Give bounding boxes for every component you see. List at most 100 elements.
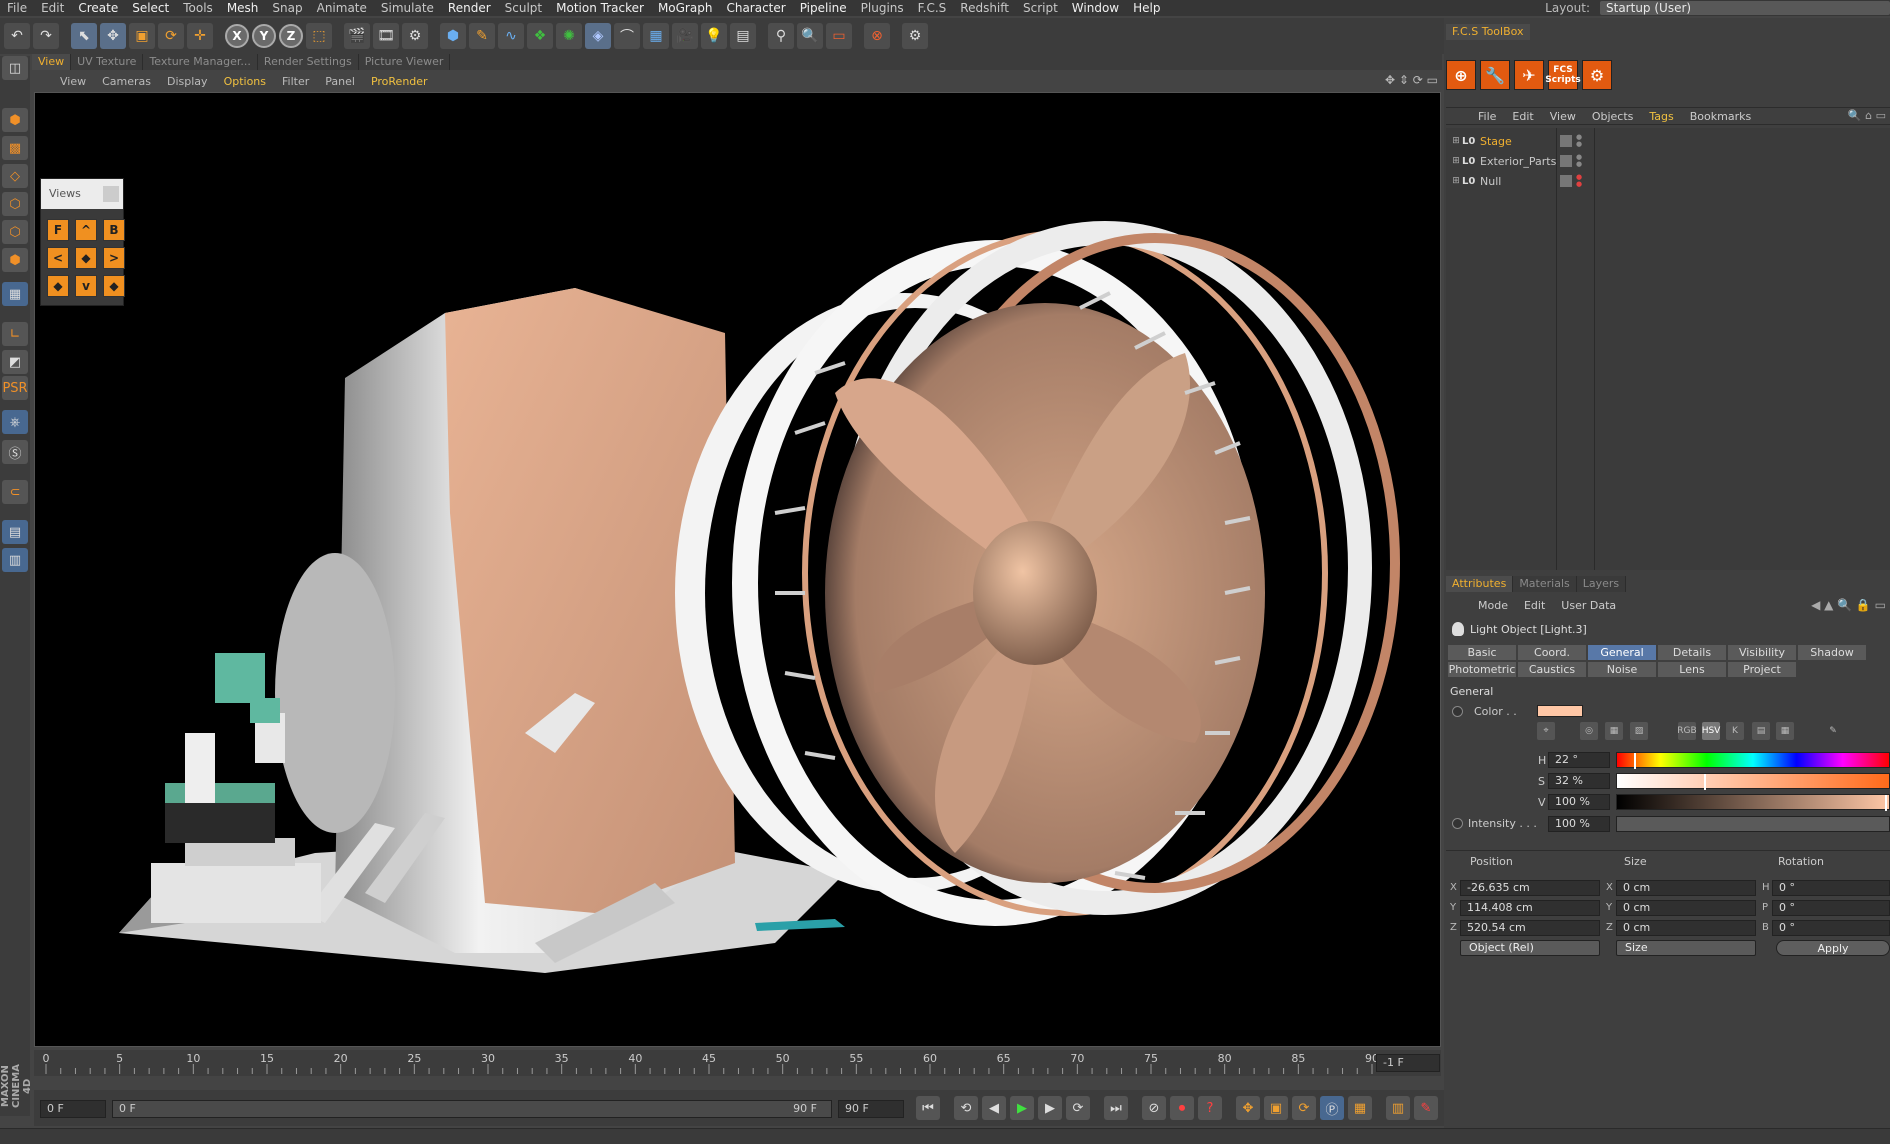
om-search-home-icons[interactable]: 🔍 ⌂ ▭	[1848, 109, 1886, 122]
fcs-scripts-icon[interactable]: FCS Scripts	[1545, 60, 1581, 90]
render-view-icon[interactable]: 🎬	[344, 23, 370, 49]
rot-b-field[interactable]: 0 °	[1772, 920, 1890, 936]
menu-edit[interactable]: Edit	[34, 0, 71, 16]
intensity-slider[interactable]	[1616, 816, 1890, 832]
kelvin-mode-button[interactable]: K	[1726, 722, 1744, 740]
menu-create[interactable]: Create	[71, 0, 125, 16]
workplane-mode-icon[interactable]: ◇	[2, 164, 28, 188]
end-frame-field[interactable]: 90 F	[838, 1100, 904, 1118]
go-to-end-icon[interactable]: ⏭	[1104, 1096, 1128, 1120]
menu-plugins[interactable]: Plugins	[854, 0, 911, 16]
timeline-icon[interactable]: ▥	[1386, 1096, 1410, 1120]
color-picker-icon[interactable]: ⌖	[1537, 722, 1555, 740]
menu-render[interactable]: Render	[441, 0, 498, 16]
rot-p-field[interactable]: 0 °	[1772, 900, 1890, 916]
expand-icon[interactable]: ⊞	[1450, 176, 1462, 186]
locked-workplane-icon[interactable]: ▥	[2, 548, 28, 572]
expand-icon[interactable]: ⊞	[1450, 136, 1462, 146]
left-view-button[interactable]: <	[47, 247, 69, 269]
prop-tab-visibility[interactable]: Visibility	[1728, 645, 1796, 660]
deformer-icon[interactable]: ◈	[585, 23, 611, 49]
x-axis-button[interactable]: X	[225, 24, 249, 48]
current-frame-field[interactable]: -1 F	[1376, 1054, 1440, 1072]
attr-menu-edit[interactable]: Edit	[1516, 599, 1553, 612]
environment-icon[interactable]: ⌒	[614, 23, 640, 49]
menu-motion-tracker[interactable]: Motion Tracker	[549, 0, 651, 16]
viewport-nav-icons[interactable]: ✥ ⇕ ⟳ ▭	[1385, 73, 1438, 87]
rotate-icon[interactable]: ⟳	[158, 23, 184, 49]
prop-tab-photometric[interactable]: Photometric	[1448, 662, 1516, 677]
viewport-solo-icon[interactable]: ▦	[2, 282, 28, 306]
mixer-icon[interactable]: ▤	[1752, 722, 1770, 740]
om-menu-view[interactable]: View	[1542, 110, 1584, 123]
light-icon[interactable]: 💡	[701, 23, 727, 49]
object-row-exterior-parts[interactable]: ⊞ L0 Exterior_Parts ● ●	[1446, 152, 1890, 170]
viewport-menu-cameras[interactable]: Cameras	[94, 75, 159, 88]
eyedropper-icon[interactable]: ✎	[1824, 722, 1842, 740]
prop-tab-shadow[interactable]: Shadow	[1798, 645, 1866, 660]
expand-icon[interactable]: ⊞	[1450, 156, 1462, 166]
record-icon[interactable]: ⏺	[1170, 1096, 1194, 1120]
object-name[interactable]: Stage	[1480, 135, 1568, 148]
previous-frame-icon[interactable]: ◀	[982, 1096, 1006, 1120]
render-picture-viewer-icon[interactable]: 🎞	[373, 23, 399, 49]
attr-nav-icons[interactable]: ◀ ▲ 🔍 🔒 ▭	[1811, 598, 1886, 612]
visibility-dots[interactable]: ● ●	[1576, 134, 1582, 148]
key-parameter-icon[interactable]: Ⓟ	[1320, 1096, 1344, 1120]
snapping-icon[interactable]: Ⓢ	[2, 440, 28, 464]
cube-icon[interactable]: ⬢	[440, 23, 466, 49]
key-scale-icon[interactable]: ▣	[1264, 1096, 1288, 1120]
pen-icon[interactable]: ✎	[469, 23, 495, 49]
hue-slider[interactable]	[1616, 752, 1890, 769]
size-z-field[interactable]: 0 cm	[1616, 920, 1756, 936]
iso-left-view-button[interactable]: ◆	[47, 275, 69, 297]
viewport-menu-display[interactable]: Display	[159, 75, 216, 88]
workplane-icon[interactable]: ◫	[2, 56, 28, 80]
fcs-gear-icon[interactable]: ⚙	[1582, 60, 1612, 90]
next-key-icon[interactable]: ⟳	[1066, 1096, 1090, 1120]
object-row-null[interactable]: ⊞ L0 Null ● ●	[1446, 172, 1890, 190]
y-axis-button[interactable]: Y	[252, 24, 276, 48]
value-marker[interactable]	[1885, 795, 1887, 811]
visibility-dots[interactable]: ● ●	[1576, 174, 1582, 188]
menu-tools[interactable]: Tools	[176, 0, 220, 16]
menu-mograph[interactable]: MoGraph	[651, 0, 720, 16]
menu-select[interactable]: Select	[125, 0, 176, 16]
grid-icon[interactable]: ▤	[730, 23, 756, 49]
key-rotation-icon[interactable]: ⟳	[1292, 1096, 1316, 1120]
coordinate-mode-select[interactable]: Object (Rel)	[1460, 940, 1600, 956]
swatches-icon[interactable]: ▦	[1776, 722, 1794, 740]
pos-y-field[interactable]: 114.408 cm	[1460, 900, 1600, 916]
live-select-icon[interactable]: ⬉	[71, 23, 97, 49]
spline-icon[interactable]: ∿	[498, 23, 524, 49]
om-menu-bookmarks[interactable]: Bookmarks	[1682, 110, 1759, 123]
om-menu-tags[interactable]: Tags	[1641, 110, 1681, 123]
tab-render-settings[interactable]: Render Settings	[258, 54, 359, 70]
prop-tab-details[interactable]: Details	[1658, 645, 1726, 660]
color-wheel-icon[interactable]: ◎	[1580, 722, 1598, 740]
texture-mode-icon[interactable]: ▩	[2, 136, 28, 160]
s-field[interactable]: 32 %	[1548, 773, 1610, 789]
3d-viewport[interactable]	[34, 92, 1441, 1047]
tweak-icon[interactable]: ◩	[2, 350, 28, 374]
prop-tab-lens[interactable]: Lens	[1658, 662, 1726, 677]
model-mode-icon[interactable]: ⬢	[2, 108, 28, 132]
attr-menu-user-data[interactable]: User Data	[1553, 599, 1624, 612]
undo-icon[interactable]: ↶	[4, 23, 30, 49]
menu-redshift[interactable]: Redshift	[953, 0, 1016, 16]
fcs-wrench-icon[interactable]: 🔧	[1480, 60, 1510, 90]
saturation-marker[interactable]	[1704, 774, 1707, 790]
move-icon[interactable]: ✥	[100, 23, 126, 49]
hue-marker[interactable]	[1633, 753, 1636, 769]
tab-view[interactable]: View	[32, 54, 72, 70]
menu-animate[interactable]: Animate	[310, 0, 374, 16]
saturation-slider[interactable]	[1616, 773, 1890, 790]
menu-snap[interactable]: Snap	[265, 0, 309, 16]
enable-axis-icon[interactable]: ⎈	[2, 410, 28, 434]
menu-mesh[interactable]: Mesh	[220, 0, 266, 16]
psr-icon[interactable]: PSR	[2, 376, 28, 400]
pos-z-field[interactable]: 520.54 cm	[1460, 920, 1600, 936]
om-menu-edit[interactable]: Edit	[1504, 110, 1541, 123]
prop-tab-noise[interactable]: Noise	[1588, 662, 1656, 677]
value-slider[interactable]	[1616, 794, 1890, 811]
